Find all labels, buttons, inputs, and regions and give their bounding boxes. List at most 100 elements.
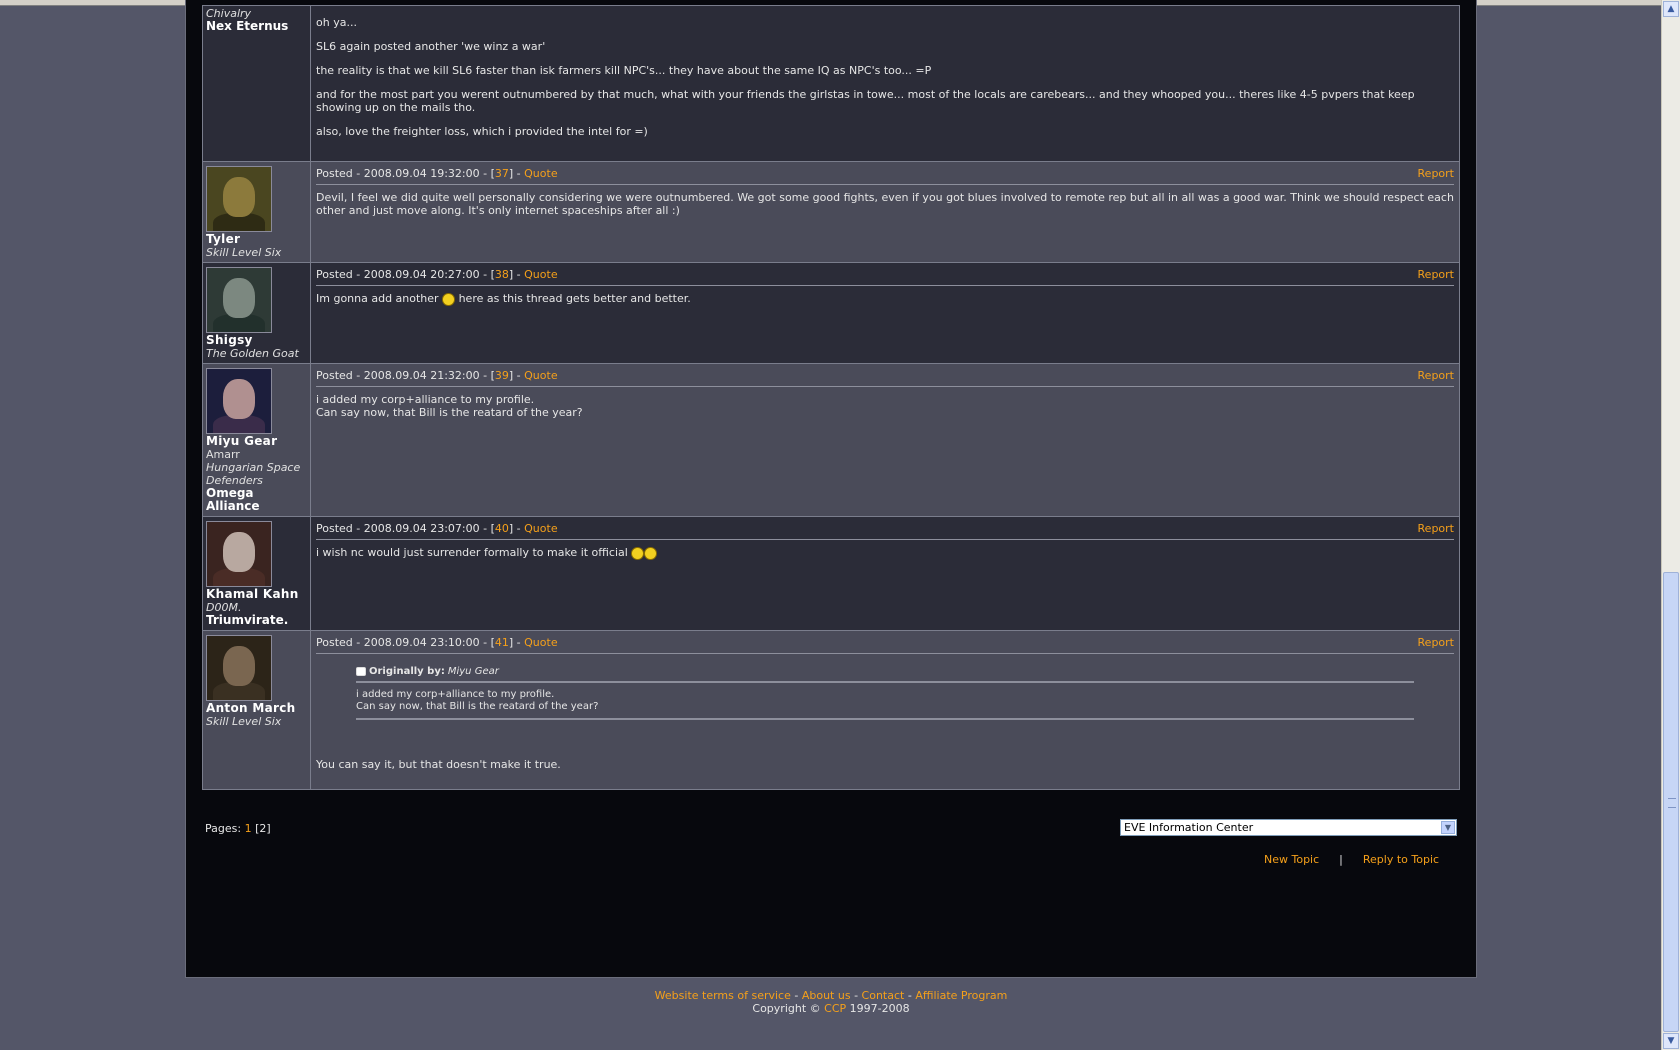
pagination: Pages: 1 [2] (205, 822, 271, 835)
quote-header: Originally by: Miyu Gear (356, 666, 1414, 683)
author-title: Skill Level Six (206, 715, 282, 728)
author-name[interactable]: Miyu Gear (206, 435, 307, 448)
forum-jump-value: EVE Information Center (1124, 821, 1254, 834)
post-text: i added my corp+alliance to my profile. … (316, 393, 1454, 419)
post-header-sep: ] - (508, 167, 525, 180)
avatar[interactable] (206, 267, 272, 333)
post-text: You can say it, but that doesn't make it… (316, 758, 561, 771)
scroll-up-icon[interactable]: ▲ (1663, 1, 1679, 17)
post-paragraph: the reality is that we kill SL6 faster t… (316, 64, 932, 77)
author-name[interactable]: Khamal Kahn (206, 588, 307, 601)
avatar[interactable] (206, 368, 272, 434)
post-list: Chivalry Nex Eternus oh ya... SL6 again … (202, 5, 1460, 790)
vertical-scrollbar[interactable]: ▲ ▼ (1661, 0, 1680, 1050)
report-link[interactable]: Report (1418, 268, 1454, 281)
footer-separator: - (850, 989, 862, 1002)
author-alliance: Nex Eternus (206, 19, 289, 33)
author-name[interactable]: Anton March (206, 702, 307, 715)
post-header: Posted - 2008.09.04 23:07:00 - [40] - Qu… (316, 522, 1454, 540)
avatar[interactable] (206, 635, 272, 701)
ccp-link[interactable]: CCP (824, 1002, 846, 1015)
post-header-sep: ] - (508, 369, 525, 382)
post-header: Posted - 2008.09.04 23:10:00 - [41] - Qu… (316, 636, 1454, 654)
post-header: Posted - 2008.09.04 19:32:00 - [37] - Qu… (316, 167, 1454, 185)
post-text: i wish nc would just surrender formally … (316, 546, 1454, 560)
quote-bubble-icon (356, 667, 366, 676)
avatar[interactable] (206, 166, 272, 232)
new-topic-link[interactable]: New Topic (1264, 853, 1319, 866)
footer-separator: - (790, 989, 802, 1002)
author-corp: Hungarian Space Defenders (206, 461, 301, 487)
post-timestamp: Posted - 2008.09.04 23:10:00 - [ (316, 636, 495, 649)
footer-separator: - (904, 989, 916, 1002)
post-text-part: Im gonna add another (316, 292, 443, 305)
forum-post: Tyler Skill Level Six Posted - 2008.09.0… (203, 162, 1459, 263)
pages-label: Pages: (205, 822, 245, 835)
post-line: Can say now, that Bill is the reatard of… (316, 406, 583, 419)
quote-link[interactable]: Quote (524, 369, 557, 382)
quote-label: Originally by: (369, 666, 445, 677)
avatar[interactable] (206, 521, 272, 587)
post-header-sep: ] - (508, 522, 525, 535)
quote-text: i added my corp+alliance to my profile. … (356, 689, 1414, 720)
post-number-link[interactable]: 40 (495, 522, 509, 535)
post-timestamp: Posted - 2008.09.04 21:32:00 - [ (316, 369, 495, 382)
quote-link[interactable]: Quote (524, 636, 557, 649)
post-author: Tyler Skill Level Six (203, 162, 311, 262)
post-header-sep: ] - (508, 636, 525, 649)
post-paragraph: oh ya... (316, 16, 357, 29)
author-title: Skill Level Six (206, 246, 282, 259)
forum-jump-select[interactable]: EVE Information Center ▼ (1120, 819, 1457, 836)
quote-link[interactable]: Quote (524, 522, 557, 535)
affiliate-link[interactable]: Affiliate Program (915, 989, 1007, 1002)
reply-to-topic-link[interactable]: Reply to Topic (1363, 853, 1439, 866)
post-timestamp: Posted - 2008.09.04 20:27:00 - [ (316, 268, 495, 281)
author-name[interactable]: Shigsy (206, 334, 307, 347)
post-body: Posted - 2008.09.04 19:32:00 - [37] - Qu… (311, 162, 1459, 262)
post-header-sep: ] - (508, 268, 525, 281)
scroll-down-icon[interactable]: ▼ (1663, 1033, 1679, 1049)
forum-post: Anton March Skill Level Six Posted - 200… (203, 631, 1459, 789)
post-body: Posted - 2008.09.04 20:27:00 - [38] - Qu… (311, 263, 1459, 363)
post-author: Shigsy The Golden Goat (203, 263, 311, 363)
page-link-1[interactable]: 1 (245, 822, 252, 835)
report-link[interactable]: Report (1418, 636, 1454, 649)
author-race: Amarr (206, 448, 240, 461)
post-text: Devil, I feel we did quite well personal… (316, 191, 1454, 217)
report-link[interactable]: Report (1418, 167, 1454, 180)
post-number-link[interactable]: 37 (495, 167, 509, 180)
post-body: Posted - 2008.09.04 23:10:00 - [41] - Qu… (311, 631, 1459, 789)
author-alliance: Omega Alliance (206, 486, 260, 513)
post-header: Posted - 2008.09.04 20:27:00 - [38] - Qu… (316, 268, 1454, 286)
post-number-link[interactable]: 38 (495, 268, 509, 281)
quote-link[interactable]: Quote (524, 167, 557, 180)
forum-post: Chivalry Nex Eternus oh ya... SL6 again … (203, 6, 1459, 162)
post-body: Posted - 2008.09.04 23:07:00 - [40] - Qu… (311, 517, 1459, 630)
post-body: Posted - 2008.09.04 21:32:00 - [39] - Qu… (311, 364, 1459, 516)
quote-author: Miyu Gear (447, 666, 499, 677)
copyright-prefix: Copyright © (752, 1002, 825, 1015)
scrollbar-thumb[interactable] (1663, 572, 1679, 1032)
quote-line: Can say now, that Bill is the reatard of… (356, 701, 599, 712)
post-author: Anton March Skill Level Six (203, 631, 311, 789)
author-title: The Golden Goat (206, 347, 299, 360)
terms-link[interactable]: Website terms of service (655, 989, 791, 1002)
quote-link[interactable]: Quote (524, 268, 557, 281)
chevron-down-icon[interactable]: ▼ (1441, 821, 1455, 834)
post-text-part: i wish nc would just surrender formally … (316, 546, 632, 559)
post-number-link[interactable]: 39 (495, 369, 509, 382)
post-header: Posted - 2008.09.04 21:32:00 - [39] - Qu… (316, 369, 1454, 387)
post-body: oh ya... SL6 again posted another 'we wi… (311, 6, 1459, 161)
quote-line: i added my corp+alliance to my profile. (356, 689, 555, 700)
report-link[interactable]: Report (1418, 369, 1454, 382)
post-number-link[interactable]: 41 (495, 636, 509, 649)
author-name[interactable]: Tyler (206, 233, 307, 246)
post-paragraph: also, love the freighter loss, which i p… (316, 125, 648, 138)
contact-link[interactable]: Contact (862, 989, 905, 1002)
about-link[interactable]: About us (802, 989, 851, 1002)
post-timestamp: Posted - 2008.09.04 23:07:00 - [ (316, 522, 495, 535)
forum-post: Miyu Gear Amarr Hungarian Space Defender… (203, 364, 1459, 517)
post-line: i added my corp+alliance to my profile. (316, 393, 535, 406)
report-link[interactable]: Report (1418, 522, 1454, 535)
grip-icon (1668, 798, 1676, 808)
